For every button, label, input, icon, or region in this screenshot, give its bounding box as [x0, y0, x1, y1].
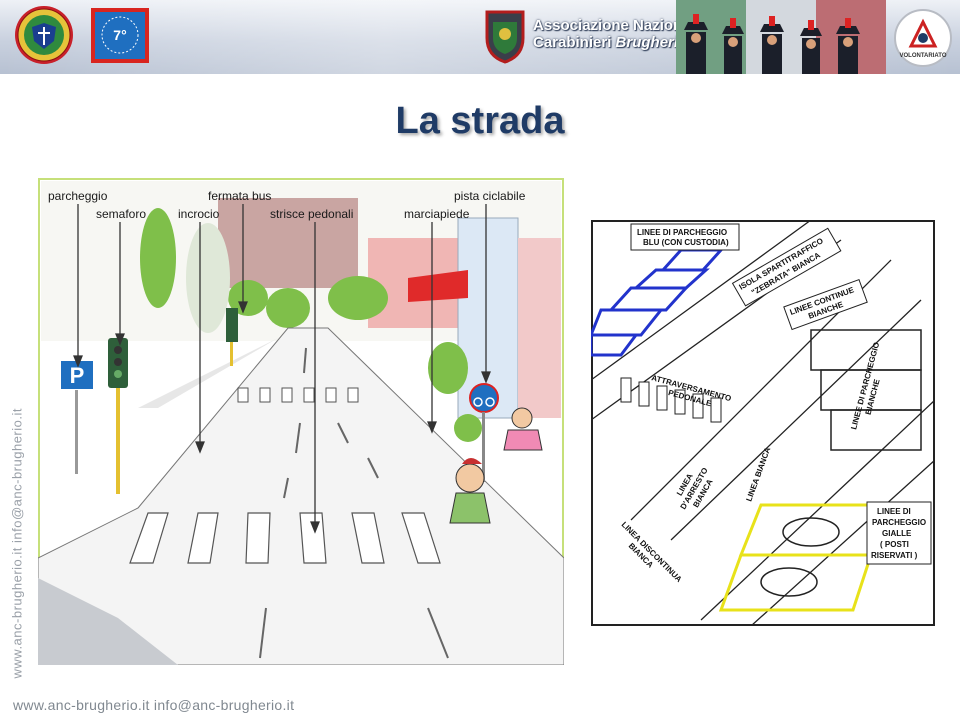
- association-name-carabinieri: Carabinieri: [533, 34, 612, 51]
- label-fermata-bus: fermata bus: [208, 189, 271, 203]
- footer-contact-text: www.anc-brugherio.it info@anc-brugherio.…: [13, 697, 295, 713]
- label-gialle-1: LINEE DI: [877, 507, 911, 516]
- anniversary-badge-icon: 7°: [91, 8, 149, 63]
- slide-title: La strada: [395, 100, 565, 142]
- volontariato-emblem-icon: VOLONTARIATO: [894, 9, 952, 67]
- vertical-contact-text: www.anc-brugherio.it info@anc-brugherio.…: [9, 408, 25, 679]
- label-gialle-3: GIALLE: [882, 529, 912, 538]
- parking-sign-letter: P: [70, 363, 85, 388]
- header-banner: 7° Associazione Nazionale Carabinieri Br…: [0, 0, 960, 74]
- label-marciapiede: marciapiede: [404, 207, 470, 221]
- label-blu-2: BLU (CON CUSTODIA): [643, 238, 729, 247]
- label-blu-1: LINEE DI PARCHEGGIO: [637, 228, 727, 237]
- label-strisce-pedonali: strisce pedonali: [270, 207, 353, 221]
- badge-number: 7°: [113, 27, 126, 43]
- label-pista-ciclabile: pista ciclabile: [454, 189, 526, 203]
- label-incrocio: incrocio: [178, 207, 220, 221]
- anc-round-emblem-icon: [15, 6, 73, 64]
- label-semaforo: semaforo: [96, 207, 146, 221]
- volontariato-label: VOLONTARIATO: [900, 53, 947, 59]
- label-gialle-2: PARCHEGGIO: [872, 518, 926, 527]
- carabinieri-photo: [676, 0, 886, 74]
- road-markings-diagram: LINEE DI PARCHEGGIO BLU (CON CUSTODIA) I…: [591, 220, 935, 626]
- association-shield-icon: [485, 10, 525, 64]
- label-gialle-4: ( POSTI: [880, 540, 909, 549]
- label-parcheggio: parcheggio: [48, 189, 108, 203]
- label-gialle-5: RISERVATI ): [871, 551, 918, 560]
- street-illustration-colored: P parcheggio semaforo incrocio fermata b…: [38, 178, 564, 665]
